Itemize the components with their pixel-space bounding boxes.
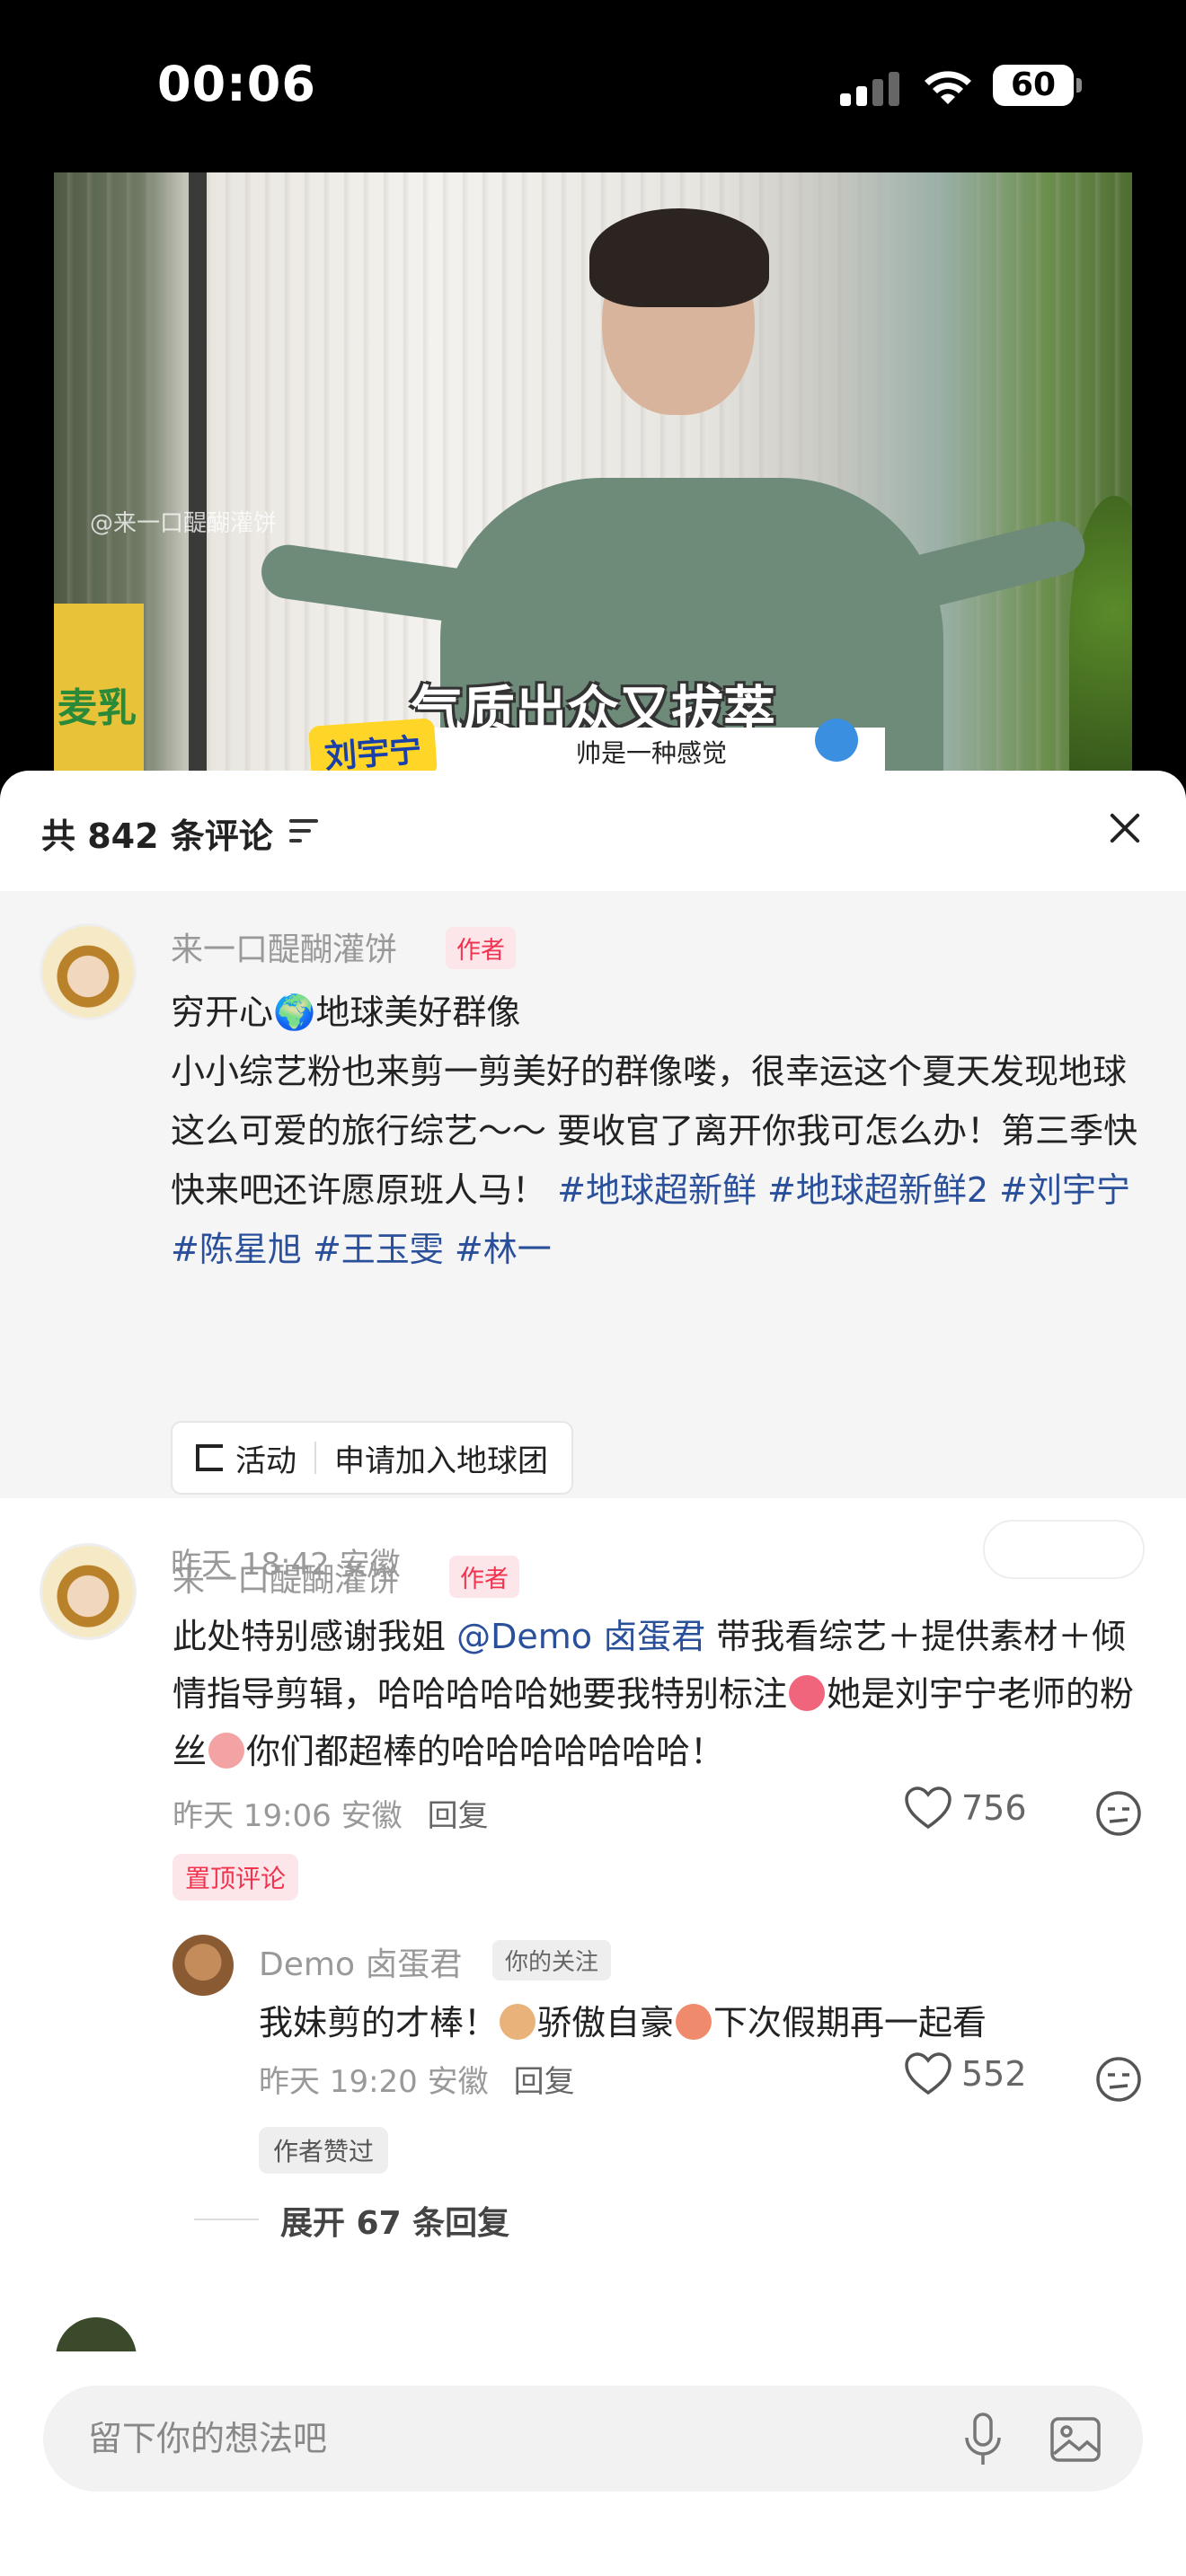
emoji-icon [208, 1733, 245, 1769]
heart-icon [905, 1786, 951, 1830]
filter-icon[interactable] [289, 817, 322, 846]
activity-icon [196, 1444, 223, 1471]
sheet-header: 共 842 条评论 [0, 771, 1186, 891]
avatar[interactable] [40, 1543, 137, 1640]
dislike-icon[interactable] [1094, 1789, 1143, 1838]
ghost-pill [983, 1520, 1145, 1579]
video-watermark: @来一口醍醐灌饼 [90, 510, 278, 537]
video-player[interactable]: 麦乳 @来一口醍醐灌饼 气质出众又拔萃 帅是一种感觉 刘宇宁 [54, 172, 1132, 783]
reply-username[interactable]: Demo 卤蛋君 [259, 1938, 462, 1985]
status-bar: 00:06 60 [0, 0, 1186, 171]
hashtag[interactable]: #王玉雯 [313, 1230, 444, 1269]
comment-input-bar [0, 2351, 1186, 2576]
follow-tag: 你的关注 [492, 1940, 612, 1981]
reply-meta: 昨天 19:20 安徽 回复 [259, 2064, 575, 2100]
pinned-badge: 置顶评论 [173, 1854, 299, 1901]
activity-action: 申请加入地球团 [334, 1442, 548, 1479]
image-icon[interactable] [1049, 2414, 1102, 2465]
reply-button[interactable]: 回复 [514, 2064, 575, 2100]
comment-username[interactable]: 来一口醍醐灌饼 [173, 1554, 399, 1601]
author-tag: 作者 [449, 1556, 519, 1598]
reply-text: 我妹剪的才棒！ 骄傲自豪 下次假期再一起看 [259, 2003, 987, 2042]
emoji-icon [500, 2004, 536, 2040]
like-button[interactable]: 756 [904, 1786, 1027, 1831]
activity-chip[interactable]: 活动 申请加入地球团 [171, 1421, 573, 1495]
author-username[interactable]: 来一口醍醐灌饼 [171, 923, 397, 970]
like-count: 552 [961, 2054, 1027, 2094]
hashtag[interactable]: #林一 [455, 1230, 552, 1269]
hashtag[interactable]: #陈星旭 [171, 1230, 302, 1269]
hashtag[interactable]: #刘宇宁 [999, 1170, 1130, 1210]
like-button[interactable]: 552 [904, 2051, 1027, 2096]
status-time: 00:06 [157, 56, 316, 112]
post-title: 穷开心🌍地球美好群像 [171, 992, 521, 1032]
hashtag[interactable]: #地球超新鲜 [557, 1170, 757, 1210]
emoji-icon [676, 2004, 712, 2040]
wifi-icon [925, 71, 971, 104]
heart-icon [905, 2052, 951, 2095]
comment-input[interactable] [88, 2386, 897, 2492]
comment-input-container[interactable] [43, 2386, 1143, 2492]
author-liked-badge: 作者赞过 [259, 2127, 389, 2174]
expand-replies-button[interactable]: 展开 67 条回复 [280, 2197, 509, 2244]
dislike-icon[interactable] [1094, 2055, 1143, 2104]
avatar[interactable] [173, 1935, 234, 1996]
comment-text: 此处特别感谢我姐 @Demo 卤蛋君 带我看综艺＋提供素材＋倾情指导剪辑，哈哈哈… [173, 1617, 1135, 1771]
divider [194, 2219, 259, 2220]
emoji-icon [789, 1675, 826, 1711]
activity-label: 活动 [235, 1442, 296, 1479]
avatar[interactable] [40, 923, 137, 1020]
mention-link[interactable]: @Demo 卤蛋君 [456, 1617, 705, 1656]
author-post: 来一口醍醐灌饼 作者 穷开心🌍地球美好群像 小小综艺粉也来剪一剪美好的群像喽，很… [0, 891, 1186, 1583]
author-tag: 作者 [446, 927, 516, 969]
hashtag[interactable]: #地球超新鲜2 [767, 1170, 988, 1210]
mascot-icon [815, 719, 858, 762]
microphone-icon[interactable] [958, 2411, 1008, 2468]
like-count: 756 [961, 1788, 1027, 1828]
cellular-signal-icon [840, 70, 901, 106]
post-text: 穷开心🌍地球美好群像 小小综艺粉也来剪一剪美好的群像喽，很幸运这个夏天发现地球这… [171, 983, 1141, 1279]
comment-meta: 昨天 19:06 安徽 回复 [173, 1798, 489, 1834]
close-icon[interactable] [1103, 807, 1146, 850]
reply-button[interactable]: 回复 [428, 1798, 489, 1834]
comment-count: 共 842 条评论 [41, 816, 273, 856]
battery-icon: 60 [993, 65, 1082, 106]
comment-sheet: 共 842 条评论 来一口醍醐灌饼 作者 穷开心🌍地球美好群像 小小综艺粉也来剪… [0, 771, 1186, 2576]
